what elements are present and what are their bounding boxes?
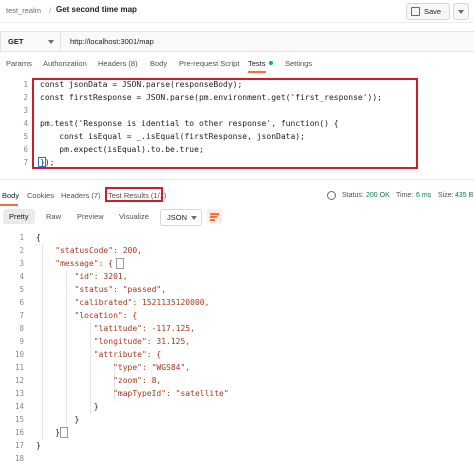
view-visualize-label: Visualize (119, 212, 149, 221)
status-value[interactable]: 200 OK (366, 192, 390, 199)
json-line-number: 17 (14, 441, 24, 450)
bracket-match-marker (38, 157, 46, 167)
editor-line-number: 4 (23, 119, 28, 128)
active-response-tab-indicator (0, 204, 18, 206)
json-line-number: 5 (19, 285, 24, 294)
active-tab-indicator (248, 71, 266, 73)
json-line-number: 18 (14, 454, 24, 463)
size-label: Size: (438, 192, 454, 199)
json-code-line: "zoom": 8, (36, 376, 162, 385)
json-line-number: 1 (19, 233, 24, 242)
breadcrumb-separator: / (49, 6, 52, 15)
wrap-lines-icon (210, 213, 219, 215)
breadcrumb-collection[interactable]: test_realm (6, 6, 41, 15)
view-raw-button[interactable]: Raw (40, 209, 64, 224)
view-pretty-label: Pretty (9, 212, 29, 221)
tab-body[interactable]: Body (150, 59, 167, 68)
json-code-line: { (36, 233, 41, 242)
json-code-line: "location": { (36, 311, 138, 320)
pane-divider[interactable] (0, 179, 474, 180)
save-button-label: Save (424, 7, 442, 16)
format-select[interactable]: JSON (160, 209, 202, 226)
view-visualize-button[interactable]: Visualize (114, 209, 154, 224)
save-icon (411, 7, 420, 16)
time-label: Time: (396, 192, 414, 199)
bracket-match-marker (116, 258, 124, 269)
chevron-down-icon (458, 10, 464, 14)
json-code-line: } (36, 415, 80, 424)
tab-settings[interactable]: Settings (285, 59, 312, 68)
json-code-line: } (36, 402, 99, 411)
test-results-highlight-box (105, 187, 163, 202)
view-preview-button[interactable]: Preview (72, 209, 108, 224)
response-tab-headers[interactable]: Headers (7) (61, 191, 101, 200)
globe-icon[interactable] (327, 191, 336, 200)
json-code-line: "message": { (36, 259, 114, 268)
json-code-line: "calibrated": 1521135120000, (36, 298, 210, 307)
code-highlight-box (32, 78, 418, 169)
status-label: Status: (342, 192, 364, 199)
json-line-number: 15 (14, 415, 24, 424)
url-input[interactable]: http://localhost:3001/map (60, 31, 474, 52)
tab-headers[interactable]: Headers (8) (98, 59, 138, 68)
editor-line-number: 5 (23, 132, 28, 141)
json-code-line: "status": "passed", (36, 285, 167, 294)
save-options-button[interactable] (453, 3, 469, 20)
json-code-line: "statusCode": 200, (36, 246, 142, 255)
green-dot-icon (269, 61, 273, 65)
tab-tests[interactable]: Tests (248, 59, 266, 68)
json-line-number: 6 (19, 298, 24, 307)
view-pretty-button[interactable]: Pretty (3, 209, 35, 224)
tab-pre-request-script[interactable]: Pre-request Script (179, 59, 239, 68)
method-label: GET (8, 37, 24, 46)
json-line-number: 10 (14, 350, 24, 359)
json-code-line: } (36, 428, 61, 437)
bracket-match-marker (60, 427, 68, 438)
view-raw-label: Raw (46, 212, 62, 221)
json-line-number: 8 (19, 324, 24, 333)
editor-line-number: 2 (23, 93, 28, 102)
json-code-line: "mapTypeId": "satellite" (36, 389, 229, 398)
json-line-number: 14 (14, 402, 24, 411)
json-line-number: 13 (14, 389, 24, 398)
json-code-line: "id": 3201, (36, 272, 128, 281)
editor-line-number: 3 (23, 106, 28, 115)
size-value[interactable]: 435 B (455, 192, 473, 199)
method-select[interactable]: GET (0, 31, 61, 52)
format-select-label: JSON (167, 213, 188, 222)
response-tab-body[interactable]: Body (2, 191, 19, 200)
json-code-line: "longitude": 31.125, (36, 337, 191, 346)
url-text: http://localhost:3001/map (70, 37, 154, 46)
response-body-viewer[interactable]: 1 2 3 4 5 6 7 8 9 10 11 12 13 14 15 16 1… (0, 230, 474, 465)
json-line-number: 9 (19, 337, 24, 346)
json-code-line: } (36, 441, 41, 450)
tab-authorization[interactable]: Authorization (43, 59, 87, 68)
request-title[interactable]: Get second time map (56, 5, 137, 14)
json-line-number: 2 (19, 246, 24, 255)
json-code-line: "attribute": { (36, 350, 162, 359)
save-button[interactable]: Save (406, 3, 450, 20)
time-value[interactable]: 6 ms (416, 192, 431, 199)
wrap-lines-button[interactable] (207, 209, 222, 224)
dropdown-caret-icon (48, 40, 54, 44)
json-line-number: 3 (19, 259, 24, 268)
json-line-number: 11 (14, 363, 24, 372)
view-preview-label: Preview (77, 212, 104, 221)
json-line-number: 16 (14, 428, 24, 437)
chevron-down-icon (191, 216, 197, 220)
json-line-number: 12 (14, 376, 24, 385)
json-code-line: "type": "WGS84", (36, 363, 191, 372)
editor-line-number: 6 (23, 145, 28, 154)
json-code-line: "latitude": -117.125, (36, 324, 195, 333)
tab-params[interactable]: Params (6, 59, 32, 68)
json-line-number: 7 (19, 311, 24, 320)
editor-line-number: 1 (23, 80, 28, 89)
json-line-number: 4 (19, 272, 24, 281)
response-tab-cookies[interactable]: Cookies (27, 191, 54, 200)
editor-line-number: 7 (23, 158, 28, 167)
